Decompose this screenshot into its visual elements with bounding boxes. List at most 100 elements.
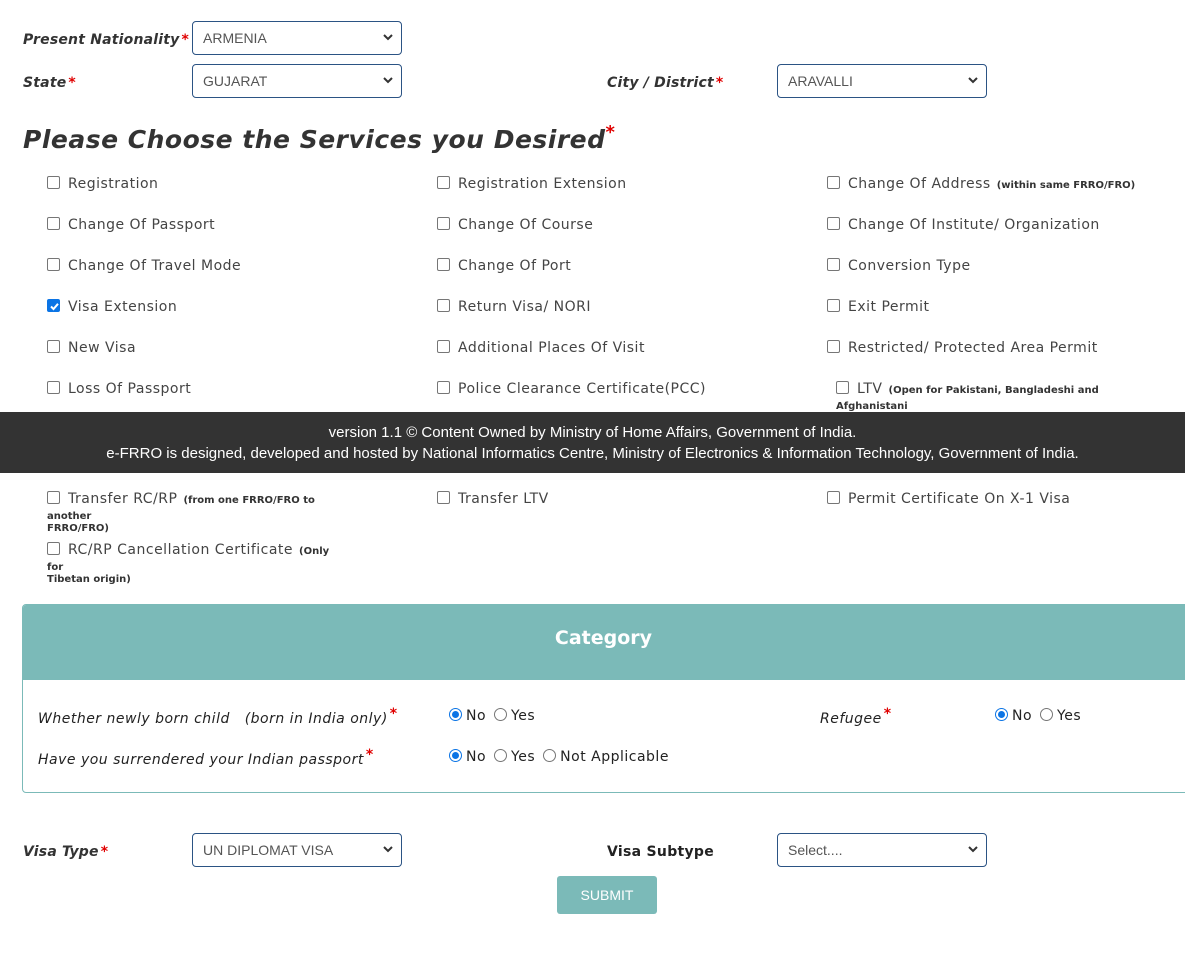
- refugee-option-yes[interactable]: Yes: [1040, 708, 1081, 724]
- surrendered-option-no[interactable]: No: [449, 749, 486, 765]
- service-label: Change Of Passport: [68, 217, 216, 233]
- service-option[interactable]: Exit Permit: [827, 299, 930, 315]
- surrendered-option-yes[interactable]: Yes: [494, 749, 535, 765]
- service-checkbox[interactable]: [437, 381, 450, 394]
- service-option[interactable]: Police Clearance Certificate(PCC): [437, 381, 706, 397]
- service-label: LTV: [857, 381, 883, 397]
- required-marker: *: [100, 844, 109, 860]
- service-option[interactable]: Change Of Course: [437, 217, 593, 233]
- chevron-down-icon: [968, 846, 978, 853]
- required-marker: *: [389, 706, 398, 722]
- checkmark-icon: [50, 303, 59, 311]
- visa-subtype-value: Select....: [788, 842, 843, 858]
- service-option[interactable]: Conversion Type: [827, 258, 971, 274]
- service-option[interactable]: RC/RP Cancellation Certificate (Only for T…: [47, 542, 347, 585]
- radio-button[interactable]: [449, 708, 462, 721]
- service-checkbox[interactable]: [437, 258, 450, 271]
- service-option[interactable]: Permit Certificate On X-1 Visa: [827, 491, 1070, 507]
- city-value: ARAVALLI: [788, 73, 853, 89]
- state-select[interactable]: GUJARAT: [192, 64, 402, 98]
- service-label: Police Clearance Certificate(PCC): [458, 381, 707, 397]
- service-checkbox[interactable]: [827, 299, 840, 312]
- service-checkbox[interactable]: [827, 258, 840, 271]
- required-marker: *: [365, 747, 374, 763]
- refugee-radio-group: No Yes: [995, 708, 1089, 724]
- service-option[interactable]: Change Of Institute/ Organization: [827, 217, 1100, 233]
- service-checkbox[interactable]: [47, 491, 60, 504]
- service-checkbox[interactable]: [827, 340, 840, 353]
- service-checkbox[interactable]: [437, 340, 450, 353]
- city-label: City / District *: [607, 75, 723, 91]
- service-option[interactable]: Transfer RC/RP (from one FRRO/FRO to anot…: [47, 491, 357, 534]
- service-checkbox[interactable]: [437, 176, 450, 189]
- newborn-question: Whether newly born child (born in India …: [38, 706, 398, 727]
- service-label: Additional Places Of Visit: [458, 340, 645, 356]
- visa-type-select[interactable]: UN DIPLOMAT VISA: [192, 833, 402, 867]
- service-option[interactable]: Registration: [47, 176, 158, 192]
- radio-button[interactable]: [995, 708, 1008, 721]
- radio-label: Yes: [1057, 708, 1082, 724]
- nationality-select[interactable]: ARMENIA: [192, 21, 402, 55]
- newborn-question-text: Whether newly born child (born in India …: [38, 711, 388, 727]
- service-checkbox[interactable]: [437, 217, 450, 230]
- service-checkbox[interactable]: [47, 258, 60, 271]
- service-option[interactable]: Return Visa/ NORI: [437, 299, 591, 315]
- refugee-question-text: Refugee: [820, 711, 882, 727]
- refugee-option-no[interactable]: No: [995, 708, 1032, 724]
- surrendered-option-not-applicable[interactable]: Not Applicable: [543, 749, 669, 765]
- newborn-option-no[interactable]: No: [449, 708, 486, 724]
- chevron-down-icon: [383, 846, 393, 853]
- required-marker: *: [181, 32, 190, 48]
- surrendered-radio-group: No Yes Not Applicable: [449, 749, 677, 765]
- service-option[interactable]: Change Of Port: [437, 258, 571, 274]
- service-label: Change Of Travel Mode: [68, 258, 242, 274]
- service-checkbox[interactable]: [827, 176, 840, 189]
- service-checkbox[interactable]: [836, 381, 849, 394]
- required-marker: *: [605, 122, 616, 143]
- service-checkbox[interactable]: [47, 176, 60, 189]
- service-option[interactable]: New Visa: [47, 340, 136, 356]
- service-option[interactable]: Transfer LTV: [437, 491, 549, 507]
- service-checkbox[interactable]: [437, 491, 450, 504]
- radio-label: No: [466, 708, 487, 724]
- submit-button[interactable]: SUBMIT: [557, 876, 657, 914]
- service-option[interactable]: Visa Extension: [47, 299, 177, 315]
- service-checkbox[interactable]: [437, 299, 450, 312]
- radio-button[interactable]: [543, 749, 557, 762]
- service-label: Restricted/ Protected Area Permit: [848, 340, 1098, 356]
- radio-button[interactable]: [494, 749, 508, 762]
- service-label: Permit Certificate On X-1 Visa: [848, 491, 1071, 507]
- city-label-text: City / District: [607, 75, 714, 91]
- visa-subtype-select[interactable]: Select....: [777, 833, 987, 867]
- service-option[interactable]: Loss Of Passport: [47, 381, 191, 397]
- refugee-question: Refugee *: [820, 706, 892, 727]
- footer-credits: e-FRRO is designed, developed and hosted…: [106, 445, 1079, 462]
- service-label: Change Of Course: [458, 217, 594, 233]
- service-label: Exit Permit: [848, 299, 930, 315]
- service-option[interactable]: Change Of Address (within same FRRO/FRO): [827, 176, 1135, 192]
- visa-type-value: UN DIPLOMAT VISA: [203, 842, 334, 858]
- radio-button[interactable]: [449, 749, 462, 762]
- service-option[interactable]: Registration Extension: [437, 176, 627, 192]
- service-checkbox[interactable]: [47, 217, 60, 230]
- service-note: (within same FRRO/FRO): [996, 180, 1136, 191]
- service-checkbox[interactable]: [827, 217, 840, 230]
- nationality-label: Present Nationality *: [23, 32, 189, 48]
- service-option[interactable]: Restricted/ Protected Area Permit: [827, 340, 1098, 356]
- newborn-option-yes[interactable]: Yes: [494, 708, 535, 724]
- radio-button[interactable]: [1040, 708, 1054, 721]
- service-checkbox[interactable]: [47, 542, 60, 555]
- service-checkbox[interactable]: [47, 381, 60, 394]
- service-label: Transfer RC/RP: [68, 491, 178, 507]
- state-label-text: State: [23, 75, 67, 91]
- nationality-label-text: Present Nationality: [23, 32, 180, 48]
- chevron-down-icon: [383, 34, 393, 41]
- service-checkbox[interactable]: [47, 340, 60, 353]
- service-option[interactable]: Additional Places Of Visit: [437, 340, 645, 356]
- service-option[interactable]: Change Of Passport: [47, 217, 215, 233]
- service-option[interactable]: Change Of Travel Mode: [47, 258, 241, 274]
- radio-button[interactable]: [494, 708, 508, 721]
- city-select[interactable]: ARAVALLI: [777, 64, 987, 98]
- service-checkbox[interactable]: [827, 491, 840, 504]
- service-checkbox[interactable]: [47, 299, 60, 312]
